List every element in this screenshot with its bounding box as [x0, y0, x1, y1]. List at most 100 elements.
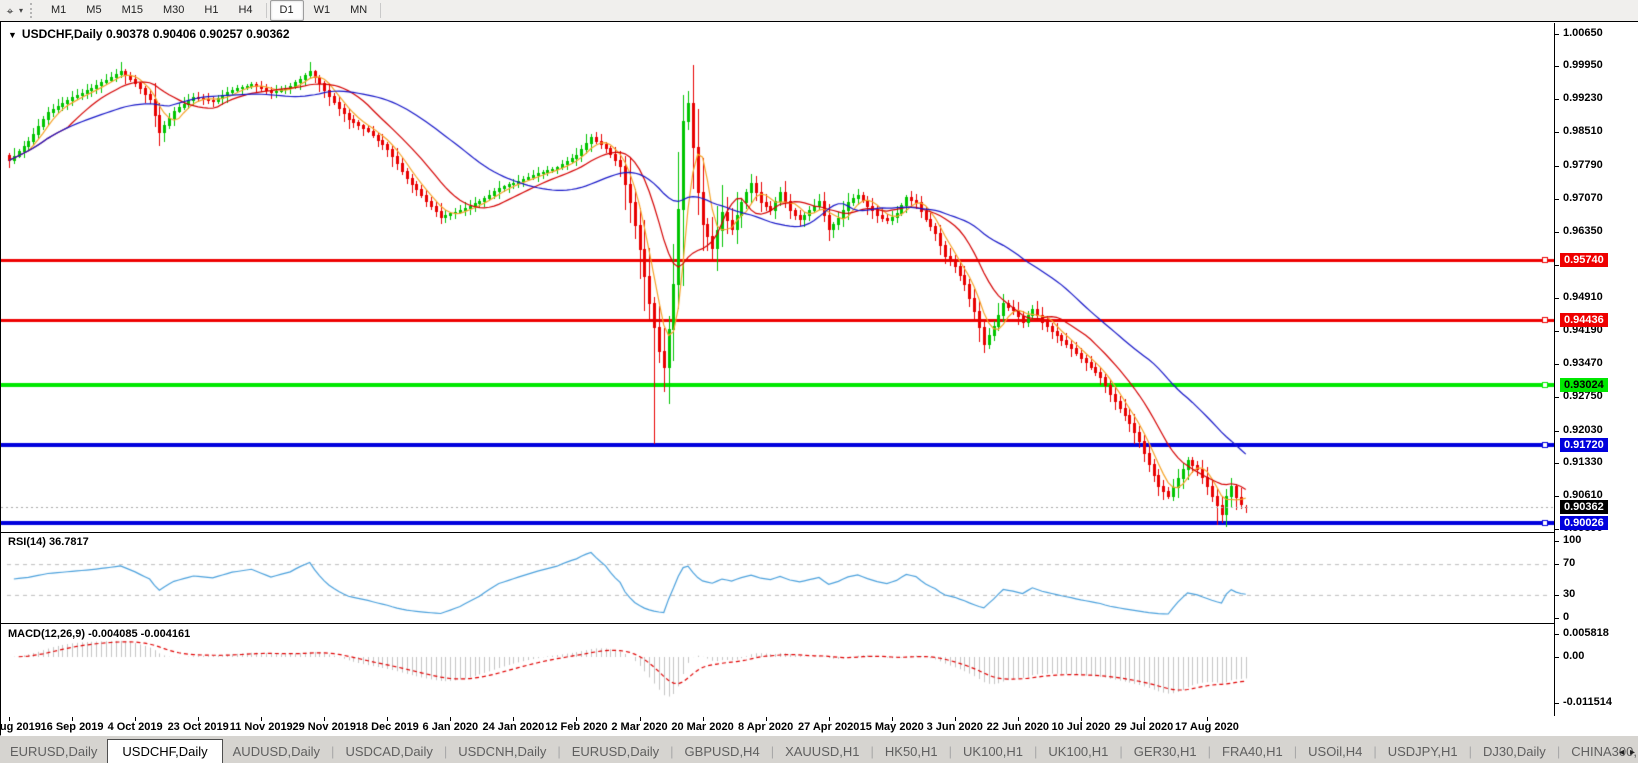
price-level-badge: 0.91720 — [1560, 438, 1608, 452]
price-tick-label: 0.90610 — [1563, 489, 1603, 501]
timeframe-button-h1[interactable]: H1 — [194, 0, 228, 21]
timeframe-button-m5[interactable]: M5 — [76, 0, 111, 21]
cursor-tool-dropdown-icon[interactable]: ▾ — [19, 6, 23, 15]
date-tick-label: 8 Apr 2020 — [738, 721, 793, 733]
price-tick-dash — [1555, 232, 1559, 233]
chart-tab-hk50[interactable]: HK50,H1 — [875, 740, 948, 763]
rsi-tick-label: 30 — [1563, 588, 1575, 600]
macd-tick-label: -0.011514 — [1563, 696, 1612, 708]
price-tick-dash — [1555, 364, 1559, 365]
price-tick-dash — [1555, 265, 1559, 266]
price-tick-dash — [1555, 496, 1559, 497]
price-tick-dash — [1555, 298, 1559, 299]
mt4-application-window: ⌖ ▾ M1M5M15M30H1H4 D1W1MN ▼ USDCHF,Daily 0… — [0, 0, 1638, 763]
chart-tab-gbpusd[interactable]: GBPUSD,H4 — [675, 740, 770, 763]
chart-dropdown-icon[interactable]: ▼ — [8, 30, 17, 40]
price-tick-label: 0.97070 — [1563, 192, 1603, 204]
rsi-tick-dash — [1555, 595, 1559, 596]
price-tick-label: 1.00650 — [1563, 27, 1603, 39]
chart-title: ▼ USDCHF,Daily 0.90378 0.90406 0.90257 0.… — [8, 27, 290, 41]
rsi-tick-label: 0 — [1563, 611, 1569, 623]
price-level-badge: 0.90362 — [1560, 500, 1608, 514]
chart-tab-usdcad[interactable]: USDCAD,Daily — [335, 740, 442, 763]
timeframe-button-m1[interactable]: M1 — [41, 0, 76, 21]
timeframe-toolbar: ⌖ ▾ M1M5M15M30H1H4 D1W1MN — [0, 0, 1638, 22]
chart-tab-fra40[interactable]: FRA40,H1 — [1212, 740, 1293, 763]
rsi-tick-dash — [1555, 618, 1559, 619]
chart-window: ▼ USDCHF,Daily 0.90378 0.90406 0.90257 0.… — [0, 21, 1638, 736]
date-tick-label: 15 May 2020 — [860, 721, 924, 733]
price-tick-label: 0.92750 — [1563, 390, 1603, 402]
price-chart-canvas[interactable] — [1, 23, 1555, 716]
tab-scroll-left-icon[interactable]: ◂ — [1619, 747, 1624, 758]
chart-tab-eurusd[interactable]: EURUSD,Daily — [562, 740, 669, 763]
rsi-tick-dash — [1555, 541, 1559, 542]
toolbar-grip[interactable] — [30, 3, 37, 18]
macd-tick-dash — [1555, 634, 1559, 635]
timeframe-button-m15[interactable]: M15 — [112, 0, 153, 21]
price-level-badge: 0.95740 — [1560, 253, 1608, 267]
price-tick-label: 0.93470 — [1563, 357, 1603, 369]
date-tick-label: 4 Oct 2019 — [108, 721, 163, 733]
date-tick-label: 22 Jun 2020 — [987, 721, 1049, 733]
ohlc-open: 0.90378 — [106, 27, 149, 41]
tab-scroll-arrows: ◂ ▸ — [1619, 747, 1635, 758]
price-tick-dash — [1555, 34, 1559, 35]
timeframe-button-d1[interactable]: D1 — [270, 0, 304, 21]
price-axis[interactable]: 1.006500.999500.992300.985100.977900.970… — [1554, 23, 1638, 716]
date-axis[interactable]: 28 Aug 201916 Sep 20194 Oct 201923 Oct 2… — [1, 716, 1638, 736]
price-tick-label: 0.92030 — [1563, 424, 1603, 436]
rsi-pane-separator[interactable] — [1, 532, 1638, 533]
date-tick-label: 27 Apr 2020 — [798, 721, 859, 733]
price-level-badge: 0.93024 — [1560, 378, 1608, 392]
date-tick-label: 29 Nov 2019 — [292, 721, 356, 733]
timeframe-group-separator — [266, 3, 267, 18]
chart-tab-dj30[interactable]: DJ30,Daily — [1473, 740, 1556, 763]
macd-tick-label: 0.00 — [1563, 650, 1584, 662]
chart-tab-eurusd[interactable]: EURUSD,Daily — [0, 740, 107, 763]
chart-tab-audusd[interactable]: AUDUSD,Daily — [223, 740, 330, 763]
chart-tab-usdcnh[interactable]: USDCNH,Daily — [448, 740, 556, 763]
timeframe-button-h4[interactable]: H4 — [228, 0, 262, 21]
price-level-badge: 0.90026 — [1560, 516, 1608, 530]
macd-tick-dash — [1555, 703, 1559, 704]
timeframe-button-mn[interactable]: MN — [340, 0, 377, 21]
chart-tab-uk100[interactable]: UK100,H1 — [1038, 740, 1118, 763]
macd-tick-label: 0.005818 — [1563, 627, 1609, 639]
date-tick-label: 2 Mar 2020 — [611, 721, 667, 733]
price-tick-label: 0.91330 — [1563, 456, 1603, 468]
date-tick-label: 20 Mar 2020 — [671, 721, 733, 733]
timeframe-button-w1[interactable]: W1 — [304, 0, 341, 21]
date-tick-label: 3 Jun 2020 — [927, 721, 983, 733]
price-tick-dash — [1555, 463, 1559, 464]
chart-tab-xauusd[interactable]: XAUUSD,H1 — [775, 740, 869, 763]
chart-tab-usdchf[interactable]: USDCHF,Daily — [107, 739, 222, 763]
rsi-tick-label: 70 — [1563, 557, 1575, 569]
price-tick-label: 0.98510 — [1563, 125, 1603, 137]
price-tick-label: 0.94910 — [1563, 291, 1603, 303]
tab-scroll-right-icon[interactable]: ▸ — [1630, 747, 1635, 758]
price-tick-label: 0.96350 — [1563, 225, 1603, 237]
macd-pane-separator[interactable] — [1, 623, 1638, 624]
chart-symbol-period: USDCHF,Daily — [22, 27, 103, 41]
ohlc-high: 0.90406 — [153, 27, 196, 41]
chart-tab-bar: EURUSD,DailyUSDCHF,DailyAUDUSD,Daily|USD… — [0, 735, 1638, 763]
price-tick-dash — [1555, 331, 1559, 332]
date-tick-label: 18 Dec 2019 — [356, 721, 419, 733]
ohlc-close: 0.90362 — [246, 27, 289, 41]
chart-tab-usoil[interactable]: USOil,H4 — [1298, 740, 1372, 763]
chart-tab-uk100[interactable]: UK100,H1 — [953, 740, 1033, 763]
timeframe-buttons: M1M5M15M30H1H4 D1W1MN — [41, 0, 384, 21]
tabs: EURUSD,DailyUSDCHF,DailyAUDUSD,Daily|USD… — [0, 738, 1638, 763]
date-tick-label: 16 Sep 2019 — [41, 721, 104, 733]
cursor-tool-icon[interactable]: ⌖ — [2, 3, 18, 19]
price-tick-dash — [1555, 132, 1559, 133]
chart-tab-usdjpy[interactable]: USDJPY,H1 — [1378, 740, 1468, 763]
chart-tab-ger30[interactable]: GER30,H1 — [1124, 740, 1207, 763]
price-tick-dash — [1555, 166, 1559, 167]
ohlc-low: 0.90257 — [199, 27, 242, 41]
price-tick-dash — [1555, 99, 1559, 100]
macd-indicator-label: MACD(12,26,9) -0.004085 -0.004161 — [8, 628, 190, 640]
timeframe-button-m30[interactable]: M30 — [153, 0, 194, 21]
rsi-indicator-label: RSI(14) 36.7817 — [8, 536, 89, 548]
